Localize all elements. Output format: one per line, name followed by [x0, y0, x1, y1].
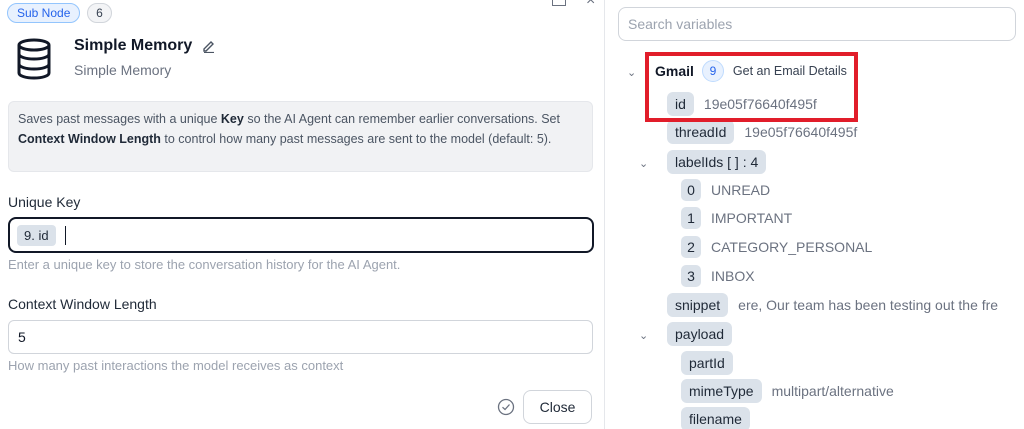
text-caret [65, 226, 66, 245]
gmail-source-row[interactable]: ⌄ Gmail 9 Get an Email Details [627, 59, 847, 83]
variable-row-payload[interactable]: ⌄ payload [639, 322, 742, 346]
info-text-1: Saves past messages with a unique [18, 112, 221, 126]
label-index[interactable]: 0 [681, 179, 701, 201]
variable-key[interactable]: partId [681, 351, 733, 375]
search-variables-input[interactable]: Search variables [618, 7, 1016, 41]
count-badge: 6 [87, 3, 112, 23]
info-bold-key: Key [220, 112, 244, 126]
variable-key[interactable]: filename [681, 407, 750, 429]
variable-row-snippet[interactable]: snippet ere, Our team has been testing o… [667, 293, 998, 317]
label-value: INBOX [711, 268, 755, 284]
chevron-down-icon[interactable]: ⌄ [639, 157, 649, 170]
label-index[interactable]: 3 [681, 265, 701, 287]
variable-key[interactable]: threadId [667, 120, 735, 144]
chevron-down-icon[interactable]: ⌄ [627, 66, 637, 79]
variable-value: 19e05f76640f495f [703, 96, 817, 112]
pencil-icon[interactable] [202, 39, 216, 53]
unique-key-input[interactable]: 9. id [8, 217, 594, 253]
variable-value: ere, Our team has been testing out the f… [738, 297, 999, 313]
context-window-input[interactable]: 5 [8, 320, 593, 354]
node-settings-panel: Sub Node 6 × Simple Memory Simple Memory… [0, 0, 604, 429]
variable-value: multipart/alternative [771, 383, 894, 399]
variable-row-labelids[interactable]: ⌄ labelIds [ ] : 4 [639, 150, 776, 174]
panel-layout-icon[interactable] [552, 0, 566, 6]
variable-key[interactable]: payload [667, 322, 733, 346]
source-name: Gmail [655, 63, 694, 79]
info-box: Saves past messages with a unique Key so… [8, 101, 593, 172]
node-subtitle: Simple Memory [74, 62, 172, 78]
label-row-3[interactable]: 3 INBOX [681, 264, 755, 288]
context-window-hint: How many past interactions the model rec… [8, 358, 344, 373]
info-bold-context: Context Window Length [18, 132, 161, 146]
node-title: Simple Memory [74, 37, 193, 54]
variable-row-threadid[interactable]: threadId 19e05f76640f495f [667, 120, 857, 144]
variable-row-partid[interactable]: partId [681, 351, 743, 375]
close-button[interactable]: Close [523, 390, 592, 424]
variable-value: 19e05f76640f495f [744, 124, 858, 140]
label-index[interactable]: 2 [681, 236, 701, 258]
unique-key-hint: Enter a unique key to store the conversa… [8, 257, 401, 272]
label-row-2[interactable]: 2 CATEGORY_PERSONAL [681, 235, 872, 259]
variable-key[interactable]: mimeType [681, 379, 762, 403]
label-row-0[interactable]: 0 UNREAD [681, 178, 770, 202]
variable-row-id[interactable]: id 19e05f76640f495f [667, 92, 817, 116]
variables-panel: Search variables ⌄ Gmail 9 Get an Email … [605, 0, 1024, 429]
source-count: 9 [701, 60, 724, 82]
variable-row-filename[interactable]: filename [681, 407, 760, 429]
context-window-label: Context Window Length [8, 296, 157, 312]
sub-node-badge: Sub Node [7, 3, 81, 23]
label-row-1[interactable]: 1 IMPORTANT [681, 206, 792, 230]
unique-key-label: Unique Key [8, 194, 81, 210]
variable-key[interactable]: id [667, 92, 694, 116]
chevron-down-icon[interactable]: ⌄ [639, 329, 649, 342]
label-value: UNREAD [711, 182, 771, 198]
check-circle-icon[interactable] [497, 398, 515, 416]
database-icon [17, 38, 51, 80]
variable-row-mimetype[interactable]: mimeType multipart/alternative [681, 379, 894, 403]
info-text-3: to control how many past messages are se… [160, 132, 552, 146]
info-text-2: so the AI Agent can remember earlier con… [243, 112, 560, 126]
close-panel-icon[interactable]: × [586, 0, 595, 10]
label-value: IMPORTANT [711, 210, 793, 226]
label-value: CATEGORY_PERSONAL [711, 239, 873, 255]
label-index[interactable]: 1 [681, 207, 701, 229]
variable-chip[interactable]: 9. id [17, 225, 56, 246]
variable-key[interactable]: snippet [667, 293, 729, 317]
source-description: Get an Email Details [732, 64, 847, 78]
variable-key[interactable]: labelIds [ ] : 4 [667, 150, 767, 174]
